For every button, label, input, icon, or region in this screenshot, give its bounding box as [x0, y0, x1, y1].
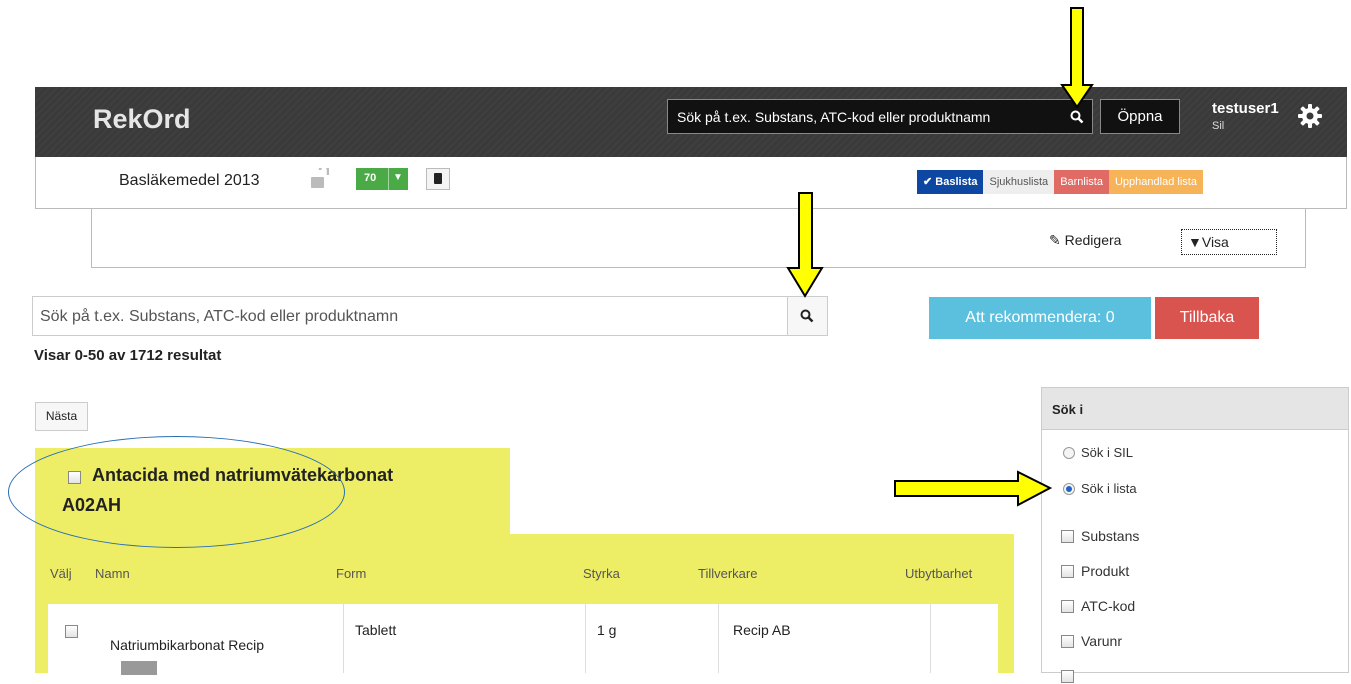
recommend-button[interactable]: Att rekommendera: 0: [929, 297, 1151, 339]
annotation-arrow: [894, 470, 1053, 507]
book-icon: [434, 173, 442, 184]
search-scope-sidebar: Sök i Sök i SIL Sök i lista Substans Pro…: [1041, 387, 1349, 683]
list-count: 70: [364, 172, 377, 184]
tab-barnlista[interactable]: Barnlista: [1054, 170, 1109, 194]
user-subtitle: Sil: [1212, 120, 1225, 132]
tab-baslista[interactable]: ✔ Baslista: [917, 170, 984, 194]
list-count-dropdown[interactable]: 70 ▼: [356, 168, 408, 190]
radio-label: Sök i SIL: [1081, 445, 1134, 460]
open-button[interactable]: Öppna: [1100, 99, 1180, 134]
search-icon[interactable]: [1070, 110, 1084, 127]
checkbox[interactable]: [1061, 635, 1074, 648]
top-search-placeholder: Sök på t.ex. Substans, ATC-kod eller pro…: [677, 109, 991, 125]
check-icon: ✔: [923, 176, 933, 188]
dropdown-divider: [388, 168, 389, 190]
row-manufacturer: Recip AB: [733, 622, 791, 638]
tab-sjukhuslista[interactable]: Sjukhuslista: [983, 170, 1055, 194]
search-placeholder: Sök på t.ex. Substans, ATC-kod eller pro…: [40, 308, 399, 325]
view-label: Visa: [1201, 234, 1229, 250]
edit-button[interactable]: ✎ Redigera: [1049, 232, 1121, 249]
radio-button[interactable]: [1063, 447, 1075, 459]
sidebar-title: Sök i: [1042, 388, 1348, 430]
top-navbar: RekOrd Sök på t.ex. Substans, ATC-kod el…: [35, 87, 1347, 157]
cell-divider: [343, 604, 344, 673]
checkbox[interactable]: [1061, 600, 1074, 613]
checkbox-cut-off[interactable]: [1061, 668, 1081, 684]
cell-divider: [930, 604, 931, 673]
edit-label: Redigera: [1064, 232, 1122, 248]
annotation-ellipse: [8, 436, 345, 548]
checkbox-label: ATC-kod: [1081, 598, 1136, 614]
radio-search-sil[interactable]: Sök i SIL: [1063, 445, 1133, 460]
column-header-name[interactable]: Namn: [95, 566, 130, 581]
back-button[interactable]: Tillbaka: [1155, 297, 1259, 339]
search-input[interactable]: Sök på t.ex. Substans, ATC-kod eller pro…: [32, 296, 788, 336]
checkbox-atc-kod[interactable]: ATC-kod: [1061, 598, 1135, 614]
app-logo[interactable]: RekOrd: [93, 104, 191, 135]
row-name[interactable]: Natriumbikarbonat Recip: [110, 637, 264, 653]
tab-label: Baslista: [935, 176, 978, 188]
search-button[interactable]: [787, 296, 828, 336]
radio-search-list[interactable]: Sök i lista: [1063, 481, 1137, 496]
checkbox-label: Produkt: [1081, 563, 1130, 579]
caret-down-icon: ▼: [1188, 234, 1202, 250]
radio-button[interactable]: [1063, 483, 1075, 495]
user-name[interactable]: testuser1: [1212, 100, 1279, 117]
cell-divider: [585, 604, 586, 673]
edit-icon: ✎: [1049, 232, 1061, 248]
list-actions-panel: ✎ Redigera ▼Visa: [91, 209, 1306, 268]
checkbox[interactable]: [1061, 565, 1074, 578]
column-header-interchangeability[interactable]: Utbytbarhet: [905, 566, 972, 581]
row-strength: 1 g: [597, 622, 617, 638]
next-page-button[interactable]: Nästa: [35, 402, 88, 431]
top-search-input[interactable]: Sök på t.ex. Substans, ATC-kod eller pro…: [667, 99, 1093, 134]
checkbox[interactable]: [1061, 530, 1074, 543]
view-toggle-button[interactable]: ▼Visa: [1181, 229, 1277, 255]
cell-divider: [718, 604, 719, 673]
column-header-select: Välj: [50, 566, 72, 581]
column-header-form[interactable]: Form: [336, 566, 366, 581]
list-title: Basläkemedel 2013: [119, 172, 260, 189]
tab-upphandlad-lista[interactable]: Upphandlad lista: [1108, 170, 1203, 194]
column-header-manufacturer[interactable]: Tillverkare: [698, 566, 757, 581]
radio-label: Sök i lista: [1081, 481, 1137, 496]
checkbox-varunr[interactable]: Varunr: [1061, 633, 1122, 649]
result-count: Visar 0-50 av 1712 resultat: [34, 347, 222, 364]
row-checkbox[interactable]: [65, 625, 78, 638]
book-button[interactable]: [426, 168, 450, 190]
search-icon: [800, 309, 814, 328]
checkbox[interactable]: [1061, 670, 1074, 683]
list-bar: Basläkemedel 2013 70 ▼ ✔ Baslista Sjukhu…: [35, 157, 1347, 209]
checkbox-substans[interactable]: Substans: [1061, 528, 1139, 544]
gear-icon[interactable]: [1298, 104, 1322, 133]
row-form: Tablett: [355, 622, 397, 638]
checkbox-produkt[interactable]: Produkt: [1061, 563, 1129, 579]
column-header-strength[interactable]: Styrka: [583, 566, 620, 581]
checkbox-label: Substans: [1081, 528, 1140, 544]
checkbox-label: Varunr: [1081, 633, 1122, 649]
lock-open-icon[interactable]: [311, 164, 330, 195]
caret-down-icon: ▼: [393, 172, 403, 183]
list-tabs: ✔ Baslista Sjukhuslista Barnlista Upphan…: [917, 170, 1203, 194]
